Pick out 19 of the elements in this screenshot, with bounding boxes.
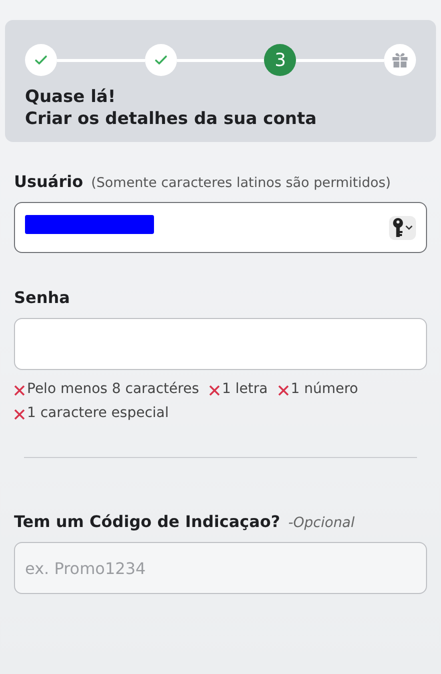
gift-icon <box>391 51 410 69</box>
password-requirement: Pelo menos 8 caractéres <box>14 378 200 401</box>
step-title: Quase lá! <box>25 86 117 108</box>
referral-code-field[interactable]: ex. Promo1234 <box>14 542 427 594</box>
password-requirement: 1 número <box>278 378 358 401</box>
field-label: Usuário <box>14 171 84 194</box>
key-icon <box>392 218 404 238</box>
username-field[interactable] <box>14 202 427 254</box>
chevron-icon <box>405 224 413 231</box>
password-requirement: 1 letra <box>209 378 268 401</box>
password-requirement: 1 caractere especial <box>14 402 169 426</box>
password-manager-button[interactable] <box>389 216 416 240</box>
step-number: 3 <box>264 44 296 76</box>
password-field[interactable] <box>14 318 427 370</box>
field-hint: (Somente caracteres latinos são permitidos) <box>91 174 391 194</box>
step-subtitle: Criar os detalhes da sua conta <box>25 108 318 130</box>
field-label: Tem um Código de Indicaçao? <box>14 511 280 534</box>
field-label: Senha <box>14 287 71 310</box>
optional-note: -Opcional <box>288 514 355 534</box>
